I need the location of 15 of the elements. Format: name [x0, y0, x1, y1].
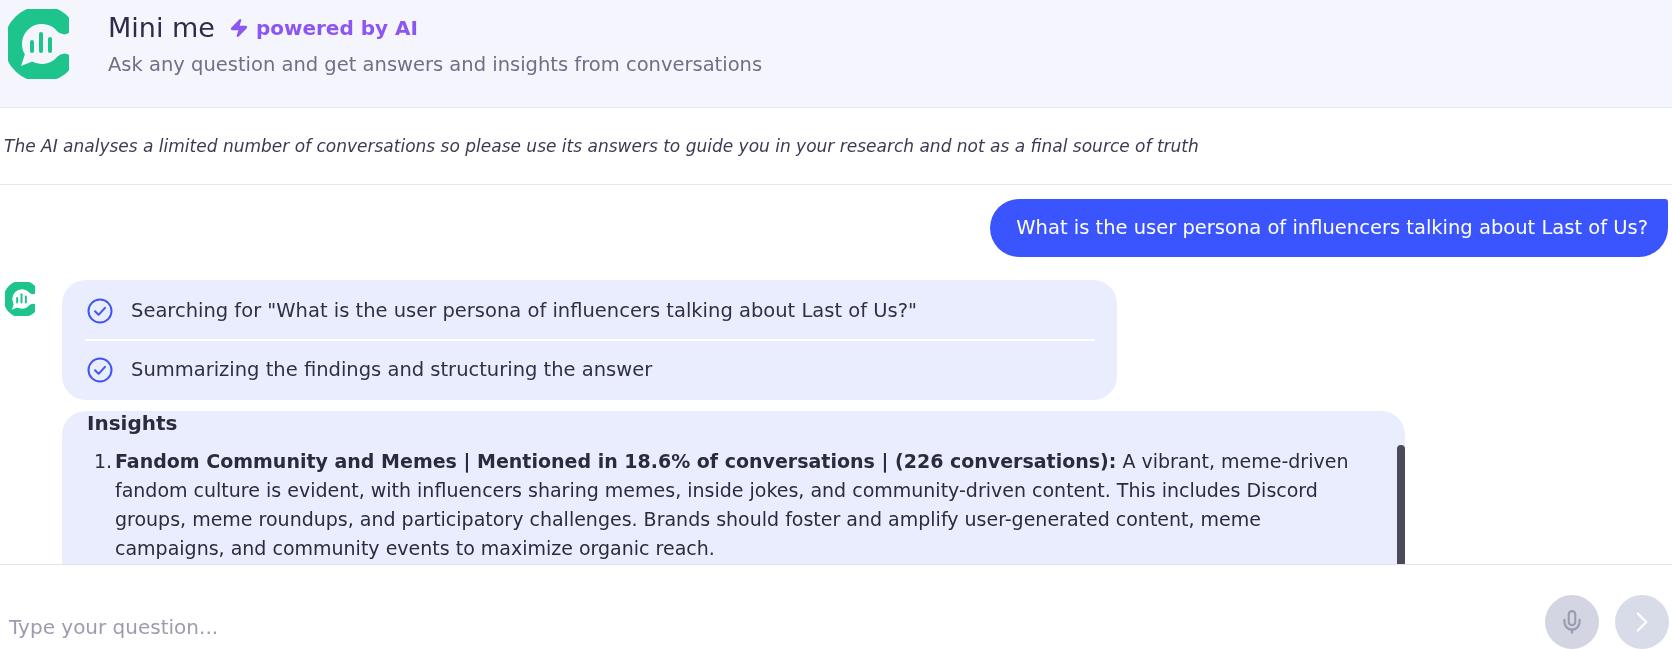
insights-heading: Insights: [87, 411, 179, 435]
app-title: Mini me: [108, 12, 215, 44]
insight-text: Fandom Community and Memes | Mentioned in 18.6% of conversations | (226 conversations): A vibrant, meme-driven fandom culture is evident, with influencers sharing memes, inside jokes, and community-driven content. This includes Discord groups, meme roundups, and participatory challenges. Brands should foster and amplify user-generated content, meme campaigns, and community events to maximize organic reach.: [115, 449, 1350, 561]
question-input[interactable]: Type your question...: [9, 605, 1529, 649]
send-button[interactable]: [1615, 595, 1669, 649]
step-text: Summarizing the findings and structuring the answer: [131, 357, 653, 382]
app-subtitle: Ask any question and get answers and insights from conversations: [108, 52, 763, 78]
list-number: 1.: [94, 449, 114, 474]
microphone-button[interactable]: [1545, 595, 1599, 649]
user-message-bubble: What is the user persona of influencers talking about Last of Us?: [990, 199, 1668, 257]
disclaimer-text: The AI analyses a limited number of conversations so please use its answers to guide you in your research and not as a final source of truth: [4, 135, 1199, 157]
powered-by-label: powered by AI: [255, 15, 418, 42]
lightning-icon: [228, 18, 249, 38]
scrollbar-thumb[interactable]: [1397, 445, 1405, 564]
step-text: Searching for "What is the user persona of influencers talking about Last of Us?": [131, 298, 917, 323]
